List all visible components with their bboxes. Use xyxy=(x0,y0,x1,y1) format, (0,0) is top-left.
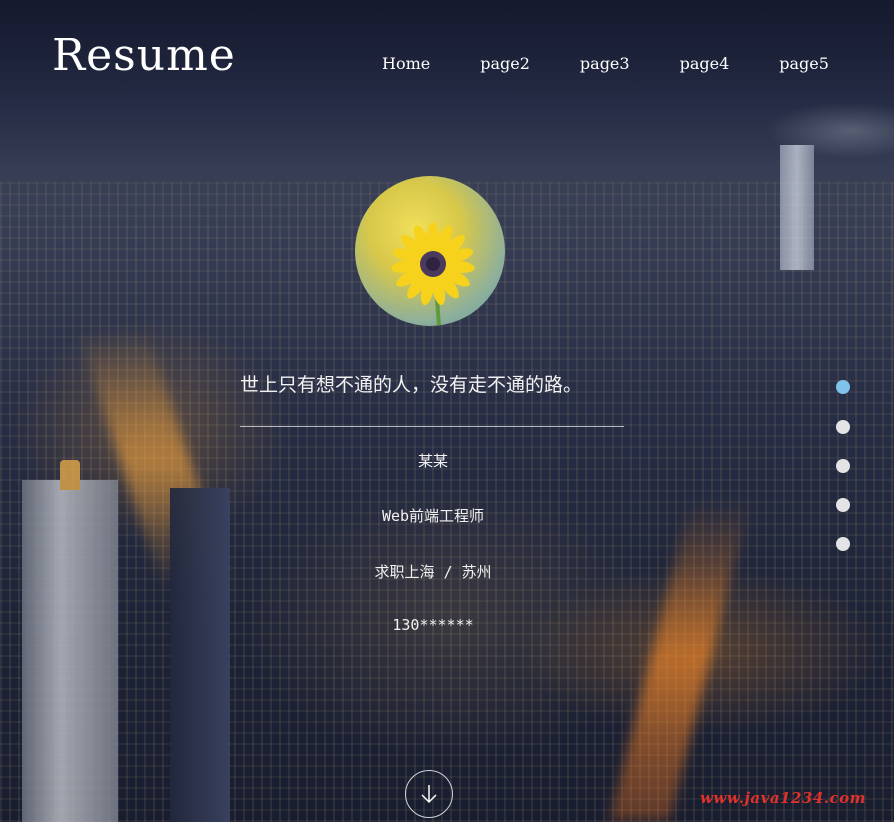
phone-number: 130****** xyxy=(392,616,474,634)
person-name: 某某 xyxy=(417,452,448,470)
avatar xyxy=(355,176,505,326)
divider xyxy=(240,426,624,427)
section-dot-1[interactable] xyxy=(836,380,850,394)
section-dot-3[interactable] xyxy=(836,459,850,473)
site-logo[interactable]: Resume xyxy=(52,30,236,81)
main-nav: Home page2 page3 page4 page5 xyxy=(382,54,829,73)
sunflower-icon xyxy=(391,222,475,326)
nav-item-page2[interactable]: page2 xyxy=(480,54,530,73)
city-night-background xyxy=(0,0,894,822)
motto: 世上只有想不通的人，没有走不通的路。 xyxy=(240,374,583,396)
job-location: 求职上海 / 苏州 xyxy=(374,563,492,581)
section-dot-5[interactable] xyxy=(836,537,850,551)
section-dot-2[interactable] xyxy=(836,420,850,434)
nav-item-page4[interactable]: page4 xyxy=(680,54,730,73)
nav-item-page3[interactable]: page3 xyxy=(580,54,630,73)
scroll-down-button[interactable] xyxy=(405,770,453,818)
job-title: Web前端工程师 xyxy=(381,507,485,525)
arrow-down-icon xyxy=(421,785,437,804)
section-dot-4[interactable] xyxy=(836,498,850,512)
nav-item-home[interactable]: Home xyxy=(382,54,430,73)
watermark: www.java1234.com xyxy=(700,789,867,807)
nav-item-page5[interactable]: page5 xyxy=(779,54,829,73)
